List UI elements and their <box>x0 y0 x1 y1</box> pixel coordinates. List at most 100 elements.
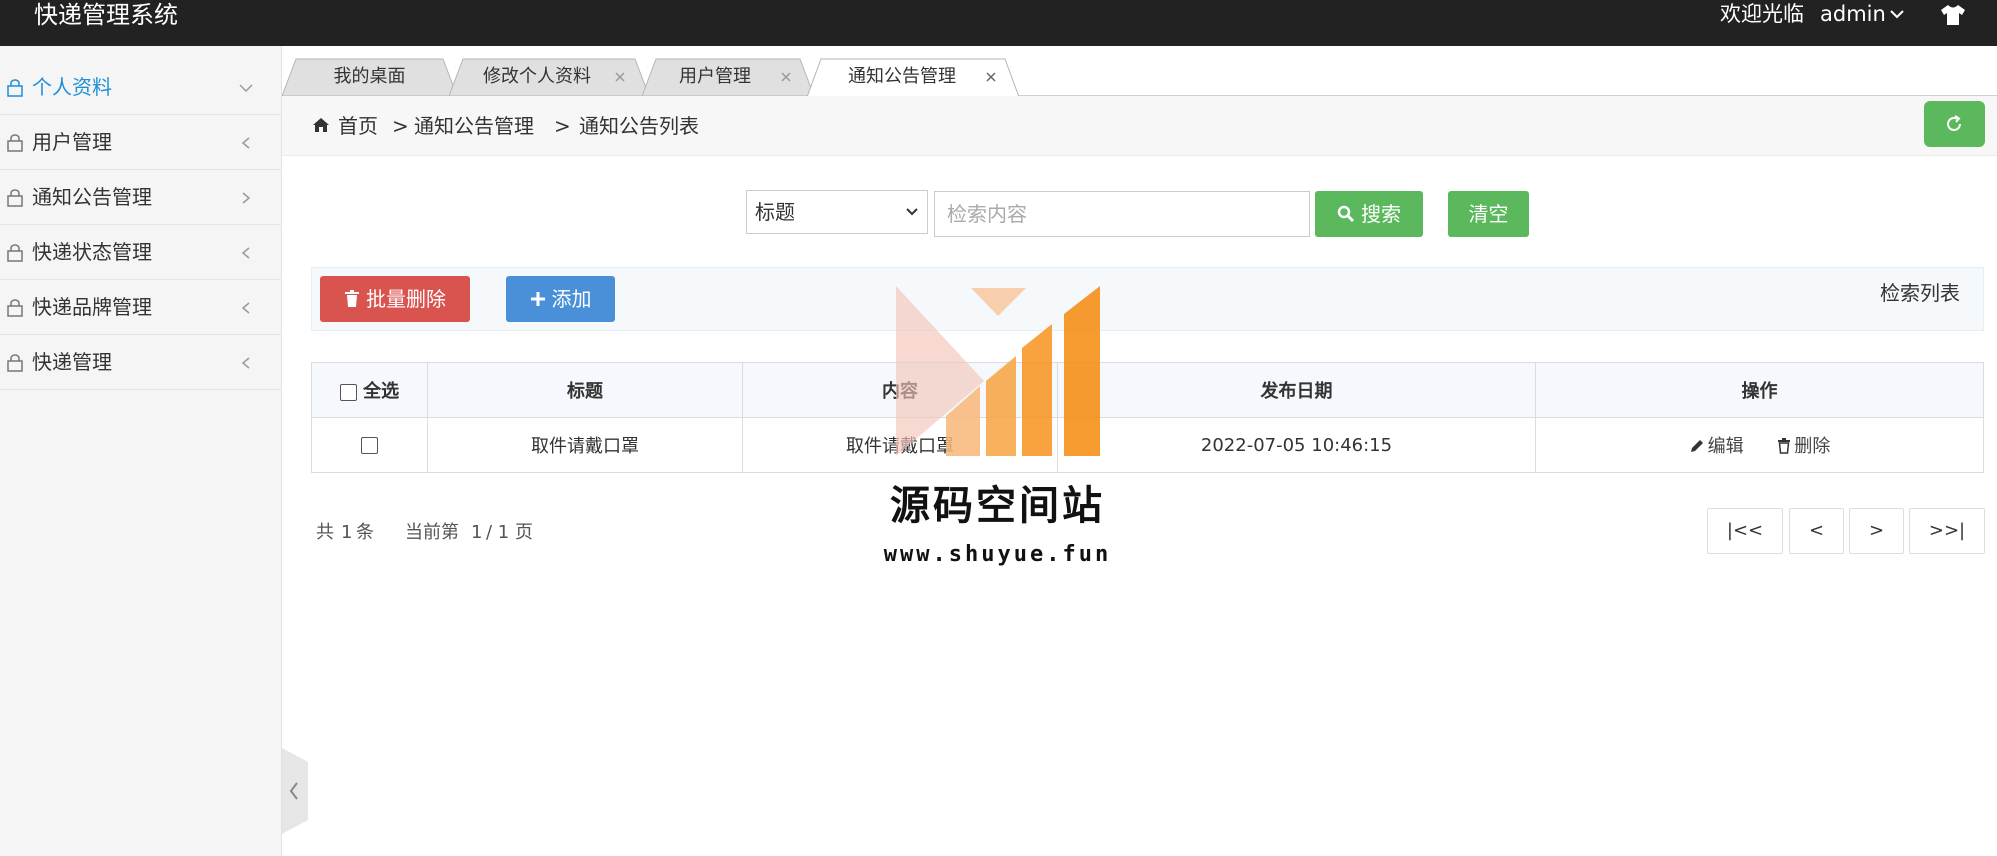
close-icon[interactable] <box>985 71 997 83</box>
watermark-title: 源码空间站 <box>890 483 1105 529</box>
tab-label: 用户管理 <box>679 66 751 87</box>
tab-user-management[interactable]: 用户管理 <box>642 58 814 96</box>
tab-label: 通知公告管理 <box>848 66 956 87</box>
total-prefix: 共 <box>316 522 334 543</box>
delete-link[interactable]: 删除 <box>1777 432 1830 458</box>
table-header-row: 全选 标题 内容 发布日期 操作 <box>311 362 1984 418</box>
bag-icon <box>7 79 23 97</box>
search-icon <box>1337 205 1355 222</box>
breadcrumb-notice-management[interactable]: 通知公告管理 <box>414 96 534 156</box>
column-header-title: 标题 <box>427 362 743 418</box>
total-count: 1 <box>341 522 353 543</box>
refresh-icon <box>1947 115 1961 131</box>
search-list-label: 检索列表 <box>1880 281 1960 305</box>
sidebar-item-label: 快递品牌管理 <box>32 295 152 319</box>
sidebar-item-delivery-status[interactable]: 快递状态管理 <box>0 225 282 280</box>
total-pages: / 1 页 <box>486 522 533 543</box>
clear-button[interactable]: 清空 <box>1448 191 1529 237</box>
batch-delete-label: 批量删除 <box>366 287 446 311</box>
close-icon[interactable] <box>780 71 792 83</box>
sidebar-item-profile[interactable]: 个人资料 <box>0 60 282 115</box>
next-page-button[interactable]: > <box>1849 508 1904 554</box>
tab-edit-profile[interactable]: 修改个人资料 <box>449 58 649 96</box>
watermark-url: www.shuyue.fun <box>883 542 1112 567</box>
sidebar-item-label: 个人资料 <box>32 75 112 99</box>
plus-icon <box>530 291 545 306</box>
current-page-prefix: 当前第 <box>405 522 459 543</box>
chevron-down-icon <box>239 84 253 93</box>
prev-page-button[interactable]: < <box>1789 508 1844 554</box>
search-field-value: 标题 <box>755 200 795 224</box>
search-button[interactable]: 搜索 <box>1315 191 1423 237</box>
chevron-left-icon <box>241 357 250 369</box>
bag-icon <box>7 354 23 372</box>
sidebar-item-label: 用户管理 <box>32 130 112 154</box>
batch-delete-button[interactable]: 批量删除 <box>320 276 470 322</box>
app-title: 快递管理系统 <box>34 1 178 29</box>
close-icon[interactable] <box>614 71 626 83</box>
breadcrumb-home[interactable]: 首页 <box>338 96 378 156</box>
last-page-button[interactable]: >>| <box>1909 508 1985 554</box>
bag-icon <box>7 134 23 152</box>
trash-icon <box>345 289 359 307</box>
trash-icon <box>1778 437 1791 454</box>
row-select-cell <box>311 417 428 473</box>
search-input[interactable] <box>934 191 1310 237</box>
breadcrumb-notice-list: 通知公告列表 <box>579 114 699 138</box>
row-title: 取件请戴口罩 <box>427 417 743 473</box>
sidebar-item-delivery[interactable]: 快递管理 <box>0 335 282 390</box>
total-suffix: 条 <box>356 522 374 543</box>
bag-icon <box>7 189 23 207</box>
search-field-select[interactable]: 标题 <box>746 190 928 234</box>
breadcrumb-separator: > <box>392 114 409 138</box>
chevron-left-icon <box>241 247 250 259</box>
user-menu[interactable]: admin <box>1820 0 1886 28</box>
top-header: 快递管理系统 欢迎光临 admin <box>0 0 1997 46</box>
sidebar-item-label: 通知公告管理 <box>32 185 152 209</box>
sidebar-item-label: 快递状态管理 <box>32 240 152 264</box>
home-icon <box>313 118 329 132</box>
first-page-button[interactable]: |<< <box>1707 508 1783 554</box>
column-header-action: 操作 <box>1535 362 1984 418</box>
tab-label: 修改个人资料 <box>483 66 591 87</box>
tshirt-icon[interactable] <box>1940 4 1966 26</box>
tab-desktop[interactable]: 我的桌面 <box>282 58 457 96</box>
clear-button-label: 清空 <box>1468 202 1509 226</box>
notice-table: 全选 标题 内容 发布日期 操作 取件请戴口罩 取件请戴口罩 2022-07-0… <box>311 362 1984 473</box>
watermark-logo <box>896 286 1100 456</box>
add-button-label: 添加 <box>551 287 592 311</box>
table-row: 取件请戴口罩 取件请戴口罩 2022-07-05 10:46:15 编辑 删除 <box>311 417 1984 473</box>
chevron-down-icon[interactable] <box>1890 7 1904 21</box>
column-header-date: 发布日期 <box>1057 362 1536 418</box>
edit-label: 编辑 <box>1707 436 1744 457</box>
chevron-left-icon <box>241 137 250 149</box>
sidebar-item-label: 快递管理 <box>32 350 112 374</box>
breadcrumb: 首页 > 通知公告管理 > 通知公告列表 <box>282 96 1997 156</box>
welcome-text: 欢迎光临 <box>1720 2 1804 26</box>
current-page-number: 1 <box>471 522 483 543</box>
refresh-button[interactable] <box>1924 101 1985 147</box>
row-date: 2022-07-05 10:46:15 <box>1057 417 1536 473</box>
tab-bar: 我的桌面 修改个人资料 用户管理 通知公告管理 <box>282 46 1997 97</box>
tab-notice-management[interactable]: 通知公告管理 <box>807 58 1019 97</box>
row-checkbox[interactable] <box>361 437 378 454</box>
add-button[interactable]: 添加 <box>506 276 615 322</box>
search-button-label: 搜索 <box>1361 202 1401 226</box>
chevron-down-icon <box>906 208 918 216</box>
bag-icon <box>7 299 23 317</box>
select-all-checkbox[interactable] <box>339 383 357 401</box>
sidebar-item-brands[interactable]: 快递品牌管理 <box>0 280 282 335</box>
edit-link[interactable]: 编辑 <box>1689 432 1744 458</box>
sidebar: 个人资料 用户管理 通知公告管理 快递状态管理 快递品牌管理 快递管理 <box>0 46 282 856</box>
breadcrumb-separator: > <box>554 114 571 138</box>
sidebar-collapse-handle[interactable] <box>282 748 308 834</box>
chevron-right-icon <box>242 192 251 204</box>
pencil-icon <box>1690 439 1703 452</box>
chevron-left-icon <box>241 302 250 314</box>
tab-label: 我的桌面 <box>333 66 406 87</box>
row-actions: 编辑 删除 <box>1535 417 1984 473</box>
select-all-header[interactable]: 全选 <box>311 362 428 418</box>
sidebar-item-notices[interactable]: 通知公告管理 <box>0 170 282 225</box>
sidebar-item-users[interactable]: 用户管理 <box>0 115 282 170</box>
select-all-label: 全选 <box>363 381 400 402</box>
